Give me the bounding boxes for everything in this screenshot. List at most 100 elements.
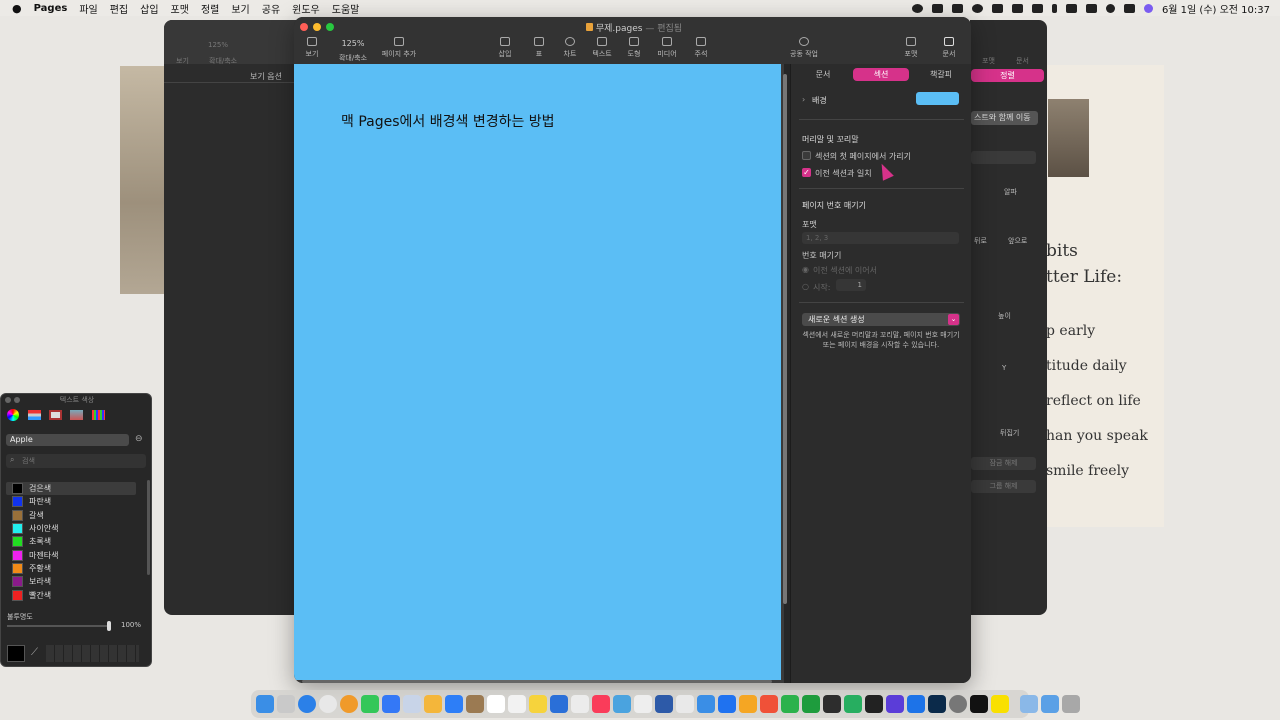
chevron-right-icon[interactable]: › xyxy=(802,95,805,104)
hide-first-page-label[interactable]: 섹션의 첫 페이지에서 가리기 xyxy=(815,151,911,162)
continue-previous-label[interactable]: 이전 섹션에 이어서 xyxy=(813,265,877,276)
number-format-select[interactable]: 1, 2, 3 xyxy=(802,232,959,244)
app-icon[interactable] xyxy=(550,695,568,713)
comment-button[interactable]: 주석 xyxy=(681,37,721,59)
menu-share[interactable]: 공유 xyxy=(262,1,280,16)
menu-clock[interactable]: 6월 1일 (수) 오전 10:37 xyxy=(1162,1,1270,16)
music-icon[interactable] xyxy=(592,695,610,713)
app-icon[interactable] xyxy=(634,695,652,713)
maps-icon[interactable] xyxy=(403,695,421,713)
mail-icon[interactable] xyxy=(382,695,400,713)
document-page[interactable]: 맥 Pages에서 배경색 변경하는 방법 xyxy=(294,64,781,680)
document-heading[interactable]: 맥 Pages에서 배경색 변경하는 방법 xyxy=(341,111,555,131)
menu-help[interactable]: 도움말 xyxy=(332,1,360,16)
opacity-value[interactable]: 100% xyxy=(121,621,141,629)
menu-extra-icon[interactable] xyxy=(931,3,943,13)
battery-icon[interactable] xyxy=(1031,3,1043,13)
format-button[interactable]: 포맷 xyxy=(891,37,931,59)
menu-view[interactable]: 보기 xyxy=(231,1,249,16)
background-label[interactable]: 배경 xyxy=(812,95,827,106)
color-list-item[interactable]: 사이안색 xyxy=(12,522,132,535)
app-icon[interactable] xyxy=(1041,695,1059,713)
color-wheel-icon[interactable] xyxy=(7,409,19,421)
app-icon[interactable] xyxy=(823,695,841,713)
right-format-label[interactable]: 포맷 xyxy=(982,56,995,66)
numbers-icon[interactable] xyxy=(781,695,799,713)
background-color-well[interactable] xyxy=(916,92,959,105)
color-list-item[interactable]: 보라색 xyxy=(12,575,132,588)
app-icon[interactable] xyxy=(886,695,904,713)
tab-document[interactable]: 문서 xyxy=(803,68,843,81)
keynote-icon[interactable] xyxy=(718,695,736,713)
new-section-button[interactable]: 새로운 섹션 생성 ⌄ xyxy=(802,313,960,326)
notes-icon[interactable] xyxy=(529,695,547,713)
swift-icon[interactable] xyxy=(760,695,778,713)
color-list-item[interactable]: 파란색 xyxy=(12,495,132,508)
vertical-scrollbar[interactable] xyxy=(783,74,787,604)
volume-icon[interactable] xyxy=(991,3,1003,13)
pencils-icon[interactable] xyxy=(92,410,105,420)
app-store-icon[interactable] xyxy=(445,695,463,713)
pages-icon[interactable] xyxy=(739,695,757,713)
zoom-button[interactable] xyxy=(326,23,334,31)
menu-window[interactable]: 윈도우 xyxy=(292,1,320,16)
opacity-slider[interactable] xyxy=(7,625,111,627)
messages-icon[interactable] xyxy=(361,695,379,713)
reminders-icon[interactable] xyxy=(508,695,526,713)
menu-file[interactable]: 파일 xyxy=(79,1,97,16)
view-button[interactable]: 보기 xyxy=(294,37,332,59)
search-icon[interactable] xyxy=(1105,3,1115,13)
browser-icon[interactable] xyxy=(340,695,358,713)
contacts-icon[interactable] xyxy=(466,695,484,713)
menu-extra-icon[interactable] xyxy=(951,3,963,13)
downloads-folder-icon[interactable] xyxy=(1020,695,1038,713)
document-canvas[interactable]: 맥 Pages에서 배경색 변경하는 방법 xyxy=(294,64,787,683)
settings-icon[interactable] xyxy=(949,695,967,713)
flip-label[interactable]: 뒤집기 xyxy=(1000,428,1019,438)
control-center-icon[interactable] xyxy=(1123,3,1135,13)
search-field[interactable]: ⌕ xyxy=(6,454,146,468)
word-icon[interactable] xyxy=(655,695,673,713)
move-with-text-button[interactable]: 스트와 함께 이동 xyxy=(971,111,1038,125)
color-list-item[interactable]: 주황색 xyxy=(12,562,132,575)
tab-arrange[interactable]: 정렬 xyxy=(971,69,1044,82)
collaborate-button[interactable]: 공동 작업 xyxy=(782,37,826,59)
wrap-select[interactable] xyxy=(971,151,1036,164)
palettes-icon[interactable] xyxy=(49,410,62,420)
trash-icon[interactable] xyxy=(1062,695,1080,713)
start-at-field[interactable]: 1 xyxy=(836,279,866,291)
match-previous-label[interactable]: 이전 섹션과 일치 xyxy=(815,168,872,179)
back-label[interactable]: 뒤로 xyxy=(974,236,987,246)
launchpad-icon[interactable] xyxy=(277,695,295,713)
kakaotalk-icon[interactable] xyxy=(991,695,1009,713)
eyedropper-icon[interactable]: ⟋ xyxy=(31,647,38,658)
calendar-icon[interactable] xyxy=(487,695,505,713)
photos-icon[interactable] xyxy=(424,695,442,713)
app-store-icon[interactable] xyxy=(907,695,925,713)
ungroup-button[interactable]: 그룹 해제 xyxy=(971,480,1036,493)
app-icon[interactable] xyxy=(802,695,820,713)
wifi-icon[interactable] xyxy=(1085,3,1097,13)
menu-arrange[interactable]: 정렬 xyxy=(201,1,219,16)
current-color-well[interactable] xyxy=(7,645,25,662)
tab-section[interactable]: 섹션 xyxy=(853,68,909,81)
photoshop-icon[interactable] xyxy=(928,695,946,713)
app-icon[interactable] xyxy=(844,695,862,713)
tab-bookmarks[interactable]: 책갈피 xyxy=(919,68,963,81)
color-list-item[interactable]: 초록색 xyxy=(12,535,132,548)
front-label[interactable]: 앞으로 xyxy=(1008,236,1027,246)
left-zoom-value[interactable]: 125% xyxy=(208,41,228,49)
hide-first-page-checkbox[interactable] xyxy=(802,151,811,160)
chrome-icon[interactable] xyxy=(319,695,337,713)
match-previous-checkbox[interactable]: ✓ xyxy=(802,168,811,177)
menu-extra-icon[interactable] xyxy=(1065,3,1077,13)
list-scrollbar[interactable] xyxy=(147,480,150,575)
app-icon[interactable] xyxy=(676,695,694,713)
app-icon[interactable] xyxy=(571,695,589,713)
add-page-button[interactable]: 페이지 추가 xyxy=(378,37,420,59)
app-icon[interactable] xyxy=(613,695,631,713)
radio-button-icon[interactable]: ○ xyxy=(802,282,809,291)
sliders-icon[interactable] xyxy=(28,410,41,420)
terminal-icon[interactable] xyxy=(970,695,988,713)
finder-icon[interactable] xyxy=(256,695,274,713)
